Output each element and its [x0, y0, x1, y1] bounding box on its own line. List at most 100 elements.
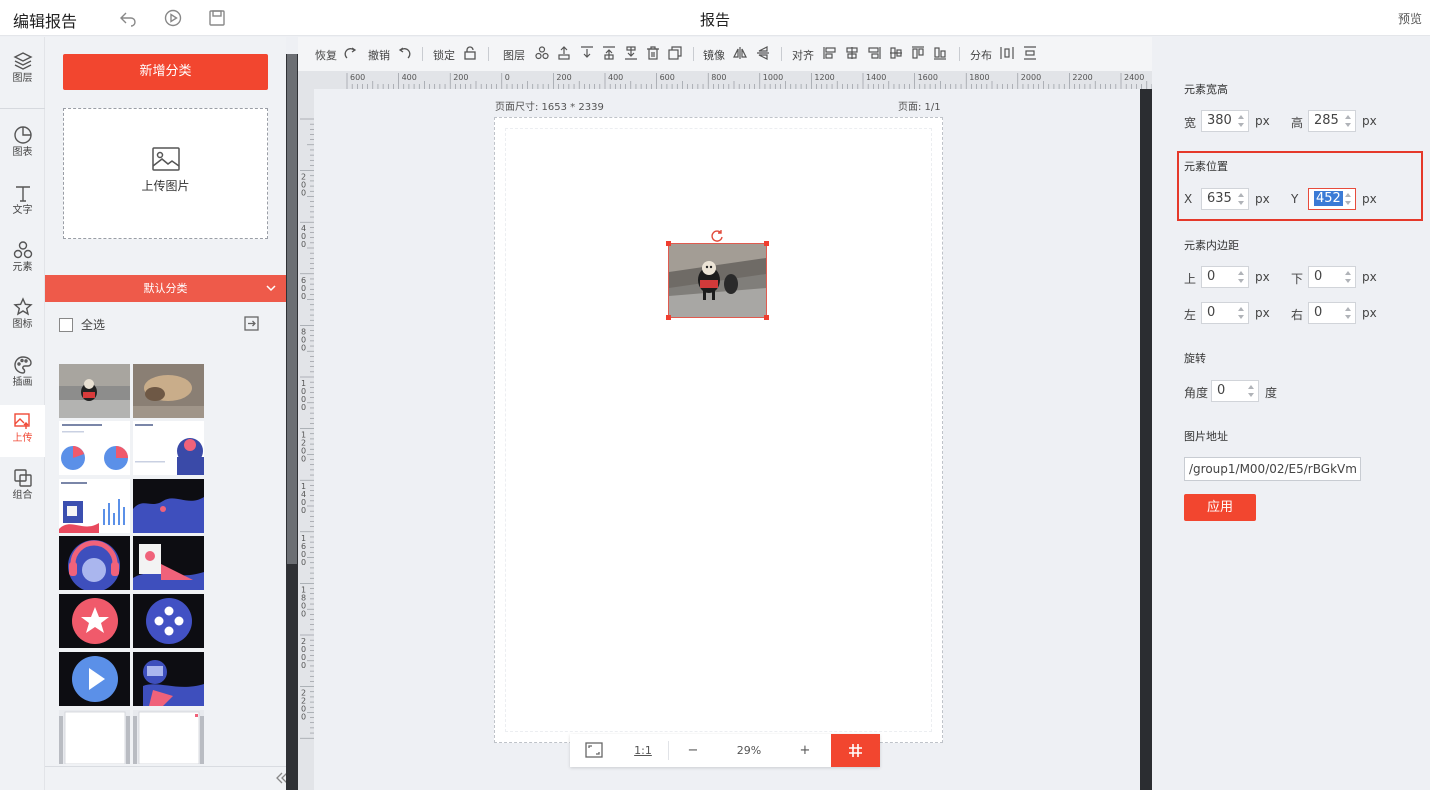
- preview-button[interactable]: 预览: [1398, 10, 1422, 27]
- select-all-checkbox[interactable]: 全选: [59, 316, 105, 333]
- sidebar-item-icons[interactable]: 图标: [0, 291, 45, 343]
- zoom-out-button[interactable]: −: [670, 734, 716, 767]
- padding-right-input[interactable]: 0: [1308, 302, 1356, 324]
- align-left-icon[interactable]: [823, 46, 837, 60]
- send-to-back-icon[interactable]: [624, 46, 638, 60]
- spinner-icon[interactable]: [1344, 306, 1352, 320]
- spinner-icon[interactable]: [1247, 384, 1255, 398]
- canvas-scrollbar[interactable]: [1140, 89, 1152, 790]
- zoom-in-button[interactable]: +: [782, 734, 828, 767]
- canvas-area[interactable]: 页面尺寸: 1653 * 2339 页面: 1/1 1:1 − 29% +: [314, 89, 1140, 790]
- distribute-button[interactable]: 分布: [970, 47, 992, 63]
- scrollbar-thumb[interactable]: [287, 54, 297, 564]
- ruler-tick-label: 600: [660, 73, 675, 82]
- sidebar-item-group[interactable]: 组合: [0, 462, 45, 514]
- send-backward-icon[interactable]: [580, 46, 594, 60]
- layer-group-icon[interactable]: [535, 46, 549, 60]
- rotate-handle-icon[interactable]: [710, 229, 724, 243]
- image-thumbnail[interactable]: [133, 710, 204, 764]
- save-icon[interactable]: [208, 9, 226, 27]
- image-thumbnail[interactable]: [59, 421, 130, 475]
- distribute-horizontal-icon[interactable]: [1000, 46, 1014, 60]
- flip-horizontal-icon[interactable]: [733, 46, 747, 60]
- resize-handle[interactable]: [764, 315, 769, 320]
- spinner-icon[interactable]: [1344, 192, 1352, 206]
- image-thumbnail[interactable]: [133, 421, 204, 475]
- padding-top-input[interactable]: 0: [1201, 266, 1249, 288]
- bring-to-front-icon[interactable]: [602, 46, 616, 60]
- add-category-button[interactable]: 新增分类: [63, 54, 268, 90]
- padding-left-input[interactable]: 0: [1201, 302, 1249, 324]
- redo-icon[interactable]: [344, 46, 358, 60]
- bring-forward-icon[interactable]: [557, 46, 571, 60]
- image-thumbnail[interactable]: [59, 536, 130, 590]
- resize-handle[interactable]: [666, 241, 671, 246]
- x-input[interactable]: 635: [1201, 188, 1249, 210]
- upload-image-dropzone[interactable]: 上传图片: [63, 108, 268, 239]
- image-thumbnail[interactable]: [59, 479, 130, 533]
- spinner-icon[interactable]: [1237, 306, 1245, 320]
- undo-button[interactable]: 撤销: [368, 47, 390, 63]
- image-thumbnail[interactable]: [59, 364, 130, 418]
- horizontal-ruler-ticks: 600 400 200 0 200 400 600 800 1000 1200 1400 1600 18…: [346, 73, 1152, 89]
- delete-icon[interactable]: [646, 46, 660, 60]
- sidebar-item-elements[interactable]: 元素: [0, 234, 45, 286]
- category-dropdown[interactable]: 默认分类: [45, 275, 286, 302]
- spinner-icon[interactable]: [1344, 270, 1352, 284]
- align-top-icon[interactable]: [911, 46, 925, 60]
- spinner-icon[interactable]: [1237, 192, 1245, 206]
- image-thumbnail[interactable]: [59, 652, 130, 706]
- image-thumbnail[interactable]: [133, 479, 204, 533]
- layer-button[interactable]: 图层: [503, 47, 525, 63]
- angle-input[interactable]: 0: [1211, 380, 1259, 402]
- undo-icon[interactable]: [397, 46, 411, 60]
- image-thumbnail[interactable]: [133, 536, 204, 590]
- image-thumbnail[interactable]: [133, 594, 204, 648]
- report-page[interactable]: [494, 117, 943, 743]
- panel-scrollbar[interactable]: [286, 54, 298, 790]
- resize-handle[interactable]: [666, 315, 671, 320]
- back-icon[interactable]: [119, 9, 137, 27]
- sidebar-item-text[interactable]: 文字: [0, 177, 45, 229]
- distribute-vertical-icon[interactable]: [1023, 46, 1037, 60]
- image-thumbnail[interactable]: [59, 710, 130, 764]
- ruler-tick-label: 400: [402, 73, 417, 82]
- width-input[interactable]: 380: [1201, 110, 1249, 132]
- spinner-icon[interactable]: [1237, 270, 1245, 284]
- align-center-icon[interactable]: [845, 46, 859, 60]
- copy-icon[interactable]: [668, 46, 682, 60]
- width-value: 380: [1207, 113, 1232, 128]
- grid-toggle-button[interactable]: [831, 734, 880, 767]
- align-bottom-icon[interactable]: [933, 46, 947, 60]
- image-thumbnail[interactable]: [133, 364, 204, 418]
- mirror-button[interactable]: 镜像: [703, 47, 725, 63]
- sidebar-item-charts[interactable]: 图表: [0, 119, 45, 171]
- actual-size-button[interactable]: 1:1: [618, 734, 668, 767]
- lock-button[interactable]: 锁定: [433, 47, 455, 63]
- apply-button[interactable]: 应用: [1184, 494, 1256, 521]
- play-icon[interactable]: [164, 9, 182, 27]
- lock-icon[interactable]: [463, 46, 477, 60]
- resize-handle[interactable]: [764, 241, 769, 246]
- y-input[interactable]: 452: [1308, 188, 1356, 210]
- spinner-icon[interactable]: [1237, 114, 1245, 128]
- flip-vertical-icon[interactable]: [756, 46, 770, 60]
- padding-bottom-input[interactable]: 0: [1308, 266, 1356, 288]
- selected-image-element[interactable]: [666, 241, 769, 320]
- redo-button[interactable]: 恢复: [315, 47, 337, 63]
- move-to-icon[interactable]: [244, 316, 259, 331]
- image-thumbnail[interactable]: [59, 594, 130, 648]
- sidebar-item-illustrations[interactable]: 插画: [0, 349, 45, 401]
- width-label: 宽: [1184, 116, 1197, 130]
- spinner-icon[interactable]: [1344, 114, 1352, 128]
- align-button[interactable]: 对齐: [792, 47, 814, 63]
- fit-screen-button[interactable]: [570, 734, 618, 767]
- image-thumbnail[interactable]: [133, 652, 204, 706]
- checkbox-box[interactable]: [59, 318, 73, 332]
- align-middle-icon[interactable]: [889, 46, 903, 60]
- image-url-input[interactable]: /group1/M00/02/E5/rBGkVm: [1184, 457, 1361, 481]
- sidebar-item-layers[interactable]: 图层: [0, 45, 45, 97]
- sidebar-item-upload[interactable]: 上传: [0, 405, 45, 457]
- height-input[interactable]: 285: [1308, 110, 1356, 132]
- align-right-icon[interactable]: [867, 46, 881, 60]
